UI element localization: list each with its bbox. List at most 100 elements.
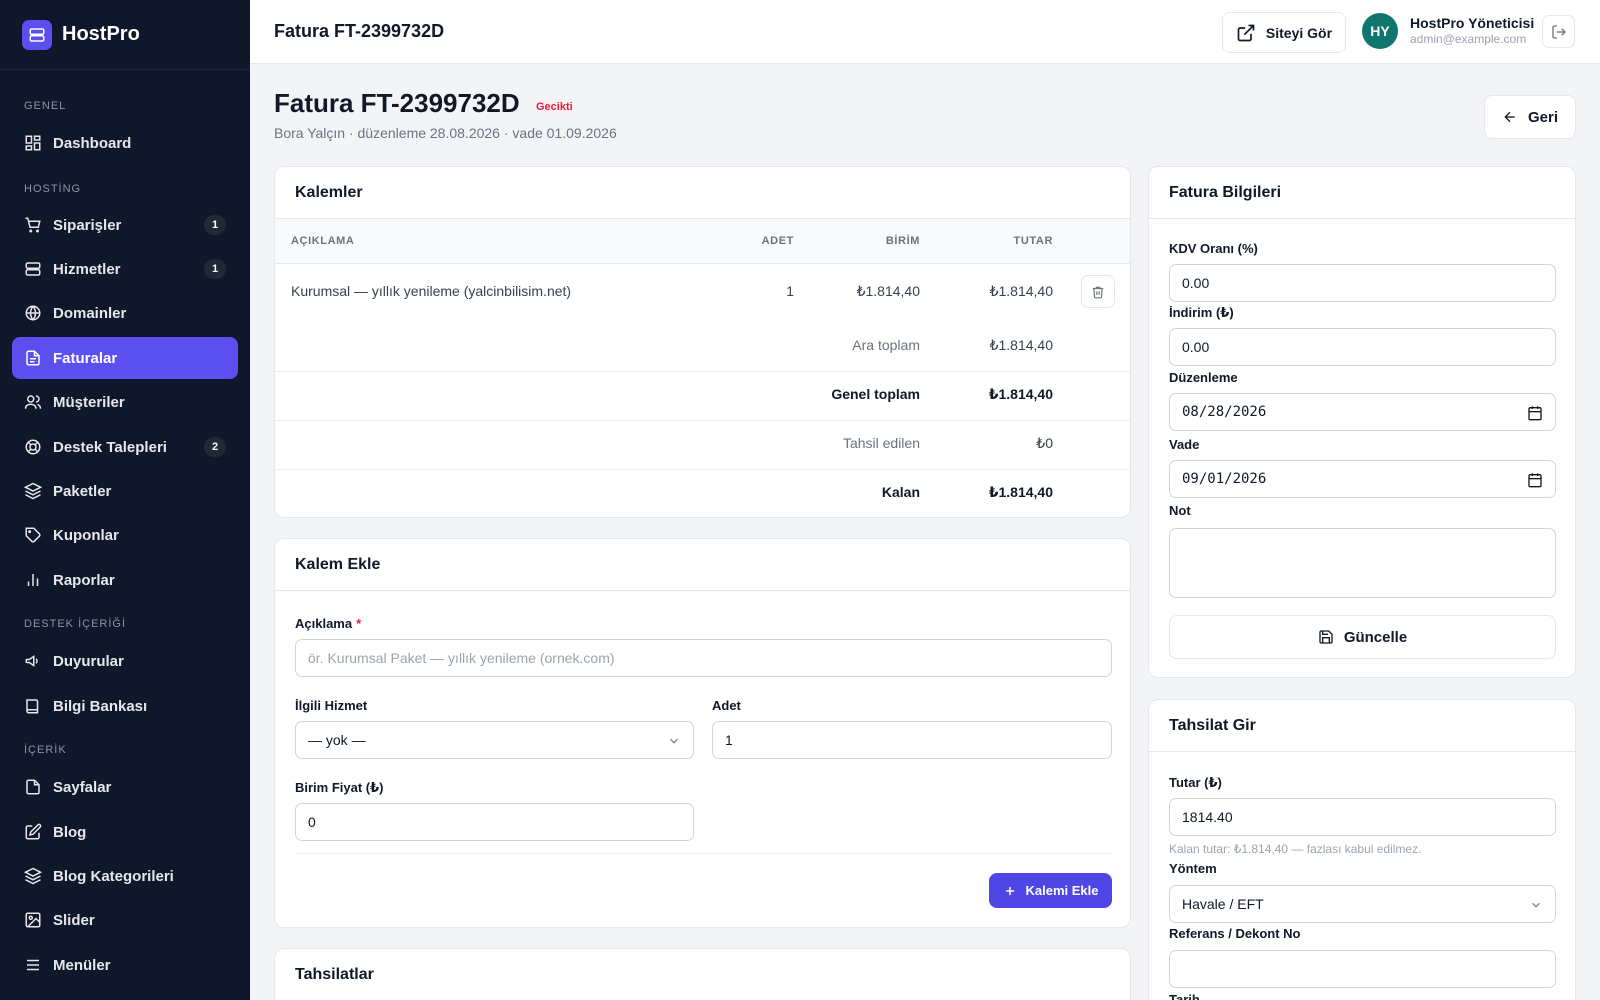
sidebar-item-raporlar[interactable]: Raporlar	[12, 559, 238, 601]
sidebar-item-menuler[interactable]: Menüler	[12, 944, 238, 986]
table-header: AÇIKLAMA ADET BİRİM TUTAR	[275, 219, 1130, 264]
page-icon	[26, 779, 40, 795]
logout-button[interactable]	[1542, 15, 1575, 48]
sidebar-item-faturalar[interactable]: Faturalar	[12, 337, 238, 379]
issue-date-input[interactable]: 08/28/2026	[1169, 393, 1556, 431]
divider	[275, 420, 1130, 421]
cart-icon	[25, 217, 41, 233]
topbar-title: Fatura FT-2399732D	[274, 21, 445, 41]
sidebar-item-blog[interactable]: Blog	[12, 811, 238, 853]
book-icon	[26, 699, 39, 714]
sidebar-item-kuponlar[interactable]: Kuponlar	[12, 514, 238, 556]
items-card: Kalemler AÇIKLAMA ADET BİRİM TUTAR Kurum…	[274, 166, 1131, 518]
summary-label: Kalan	[881, 484, 920, 500]
sidebar-item-label: Sayfalar	[53, 778, 112, 796]
qty-label: Adet	[712, 698, 741, 713]
page-subtitle: Bora Yalçın · düzenleme 28.08.2026 · vad…	[274, 125, 617, 141]
vat-label: KDV Oranı (%)	[1169, 241, 1258, 256]
sidebar-item-label: Blog	[53, 823, 87, 841]
due-date-input[interactable]: 09/01/2026	[1169, 460, 1556, 498]
calendar-icon	[1528, 473, 1542, 488]
page-title: Fatura FT-2399732D	[274, 88, 520, 118]
users-icon	[24, 395, 42, 409]
amount-label: Tutar (₺)	[1169, 775, 1222, 790]
item-total: ₺1.814,40	[989, 283, 1053, 299]
sidebar-item-blog-kategorileri[interactable]: Blog Kategorileri	[12, 855, 238, 897]
add-item-button[interactable]: Kalemi Ekle	[989, 873, 1112, 908]
sidebar-item-bilgi-bankasi[interactable]: Bilgi Bankası	[12, 685, 238, 727]
summary-label: Tahsil edilen	[842, 435, 920, 451]
sidebar-item-musteriler[interactable]: Müşteriler	[12, 381, 238, 423]
update-button[interactable]: Güncelle	[1169, 615, 1556, 659]
menu-icon	[27, 959, 39, 971]
note-label: Not	[1169, 503, 1191, 518]
reference-label: Referans / Dekont No	[1169, 926, 1301, 941]
user-email: admin@example.com	[1410, 32, 1527, 46]
reference-input[interactable]	[1169, 950, 1556, 988]
lifebuoy-icon	[25, 439, 41, 455]
back-button[interactable]: Geri	[1484, 95, 1576, 139]
sidebar-item-siparisler[interactable]: Siparişler 1	[12, 204, 238, 246]
sidebar-item-destek-talepleri[interactable]: Destek Talepleri 2	[12, 426, 238, 468]
summary-value: ₺1.814,40	[988, 484, 1053, 500]
date-label: Tarih	[1169, 992, 1200, 1000]
edit-icon	[25, 823, 42, 840]
vat-input[interactable]: 0.00	[1169, 264, 1556, 302]
required-mark: *	[356, 616, 362, 631]
payment-entry-card: Tahsilat Gir Tutar (₺) 1814.40 Kalan tut…	[1148, 699, 1576, 1000]
method-label: Yöntem	[1169, 861, 1217, 876]
bar-chart-icon	[27, 574, 39, 586]
layers-icon	[24, 867, 42, 885]
description-input[interactable]: ör. Kurumsal Paket — yıllık yenileme (or…	[295, 639, 1112, 677]
count-badge: 2	[204, 437, 226, 457]
avatar[interactable]: HY	[1362, 13, 1398, 49]
sidebar-item-duyurular[interactable]: Duyurular	[12, 640, 238, 682]
image-icon	[25, 912, 41, 928]
tag-icon	[25, 527, 41, 543]
topbar: Fatura FT-2399732D Siteyi Gör HY HostPro…	[250, 0, 1600, 64]
item-description: Kurumsal — yıllık yenileme (yalcinbilisi…	[291, 283, 572, 299]
sidebar-item-hizmetler[interactable]: Hizmetler 1	[12, 248, 238, 290]
sidebar-item-label: Blog Kategorileri	[53, 867, 174, 885]
sidebar-item-label: Raporlar	[53, 571, 115, 589]
payments-card: Tahsilatlar	[274, 948, 1131, 1000]
arrow-left-icon	[1504, 111, 1515, 123]
sidebar-item-label: Müşteriler	[53, 393, 125, 411]
sidebar-item-slider[interactable]: Slider	[12, 899, 238, 941]
sidebar-item-label: Faturalar	[53, 349, 118, 367]
method-select[interactable]: Havale / EFT	[1169, 885, 1556, 923]
add-item-label: Kalemi Ekle	[1025, 883, 1099, 898]
brand-name: HostPro	[62, 23, 140, 45]
sidebar-item-sayfalar[interactable]: Sayfalar	[12, 766, 238, 808]
save-icon	[1319, 630, 1333, 644]
view-site-label: Siteyi Gör	[1265, 24, 1333, 41]
note-textarea[interactable]	[1169, 528, 1556, 598]
qty-input[interactable]: 1	[712, 721, 1112, 759]
delete-item-button[interactable]	[1081, 275, 1115, 308]
unit-price-input[interactable]: 0	[295, 803, 694, 841]
calendar-icon	[1528, 406, 1542, 421]
sidebar-item-label: Paketler	[53, 482, 112, 500]
server-logo-icon	[22, 19, 52, 50]
column-header: ADET	[761, 235, 794, 247]
discount-label: İndirim (₺)	[1169, 305, 1234, 320]
service-select[interactable]: — yok —	[295, 721, 694, 759]
summary-value: ₺0	[1036, 435, 1053, 451]
user-name: HostPro Yöneticisi	[1410, 15, 1535, 31]
sidebar-item-label: Bilgi Bankası	[53, 697, 148, 715]
add-item-card: Kalem Ekle Açıklama * ör. Kurumsal Paket …	[274, 538, 1131, 928]
count-badge: 1	[204, 259, 226, 279]
brand[interactable]: HostPro	[0, 0, 250, 70]
summary-label: Genel toplam	[831, 386, 920, 402]
invoice-info-card: Fatura Bilgileri KDV Oranı (%) 0.00 İndi…	[1148, 166, 1576, 678]
sidebar-item-paketler[interactable]: Paketler	[12, 470, 238, 512]
dashboard-icon	[25, 135, 41, 151]
items-card-title: Kalemler	[275, 167, 1130, 219]
discount-input[interactable]: 0.00	[1169, 328, 1556, 366]
view-site-button[interactable]: Siteyi Gör	[1222, 12, 1346, 53]
sidebar-item-dashboard[interactable]: Dashboard	[12, 122, 238, 164]
sidebar-item-domainler[interactable]: Domainler	[12, 292, 238, 334]
summary-value: ₺1.814,40	[988, 386, 1053, 402]
amount-input[interactable]: 1814.40	[1169, 798, 1556, 836]
sidebar-item-label: Siparişler	[53, 216, 122, 234]
